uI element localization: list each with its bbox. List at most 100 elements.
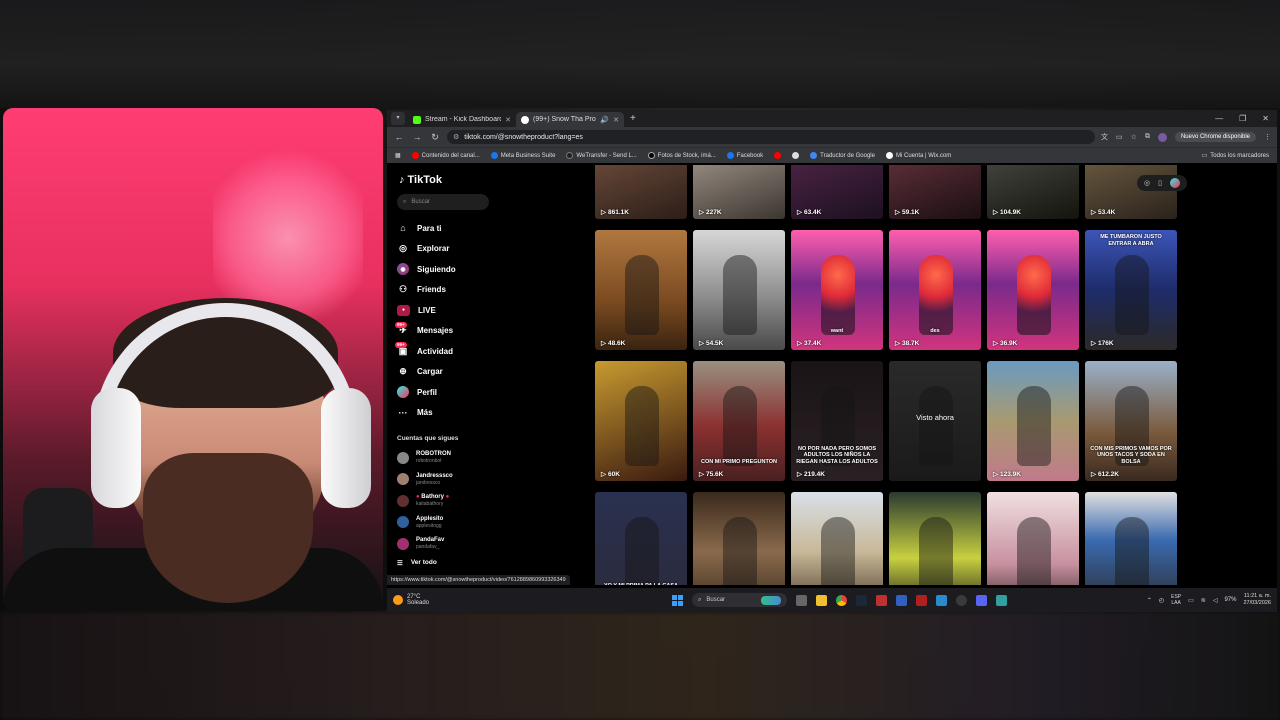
discord-icon[interactable] (976, 594, 987, 606)
video-tile[interactable]: ▷ 123.9K (987, 361, 1079, 481)
video-tile[interactable]: YO Y MI PRIMA PA LA CASA PORQUE ANDAMOS … (595, 492, 687, 585)
close-tab-icon[interactable]: ✕ (505, 116, 511, 124)
clock[interactable]: 11:21 a. m. 27/03/2026 (1243, 593, 1271, 607)
speaker-icon[interactable]: 🔊 (600, 116, 609, 124)
video-tile[interactable]: CON MIS PRIMOS VAMOS POR UNOS TACOS Y SO… (1085, 361, 1177, 481)
video-tile[interactable]: ▷ 63.4K (791, 165, 883, 219)
bookmark-item[interactable]: Traductor de Google (810, 152, 875, 159)
chrome-menu-icon[interactable]: ⋮ (1264, 133, 1271, 141)
chrome-icon[interactable] (836, 594, 847, 606)
following-account[interactable]: Jandresssco jandressco (397, 469, 577, 491)
nav-friends[interactable]: ⚇ Friends (397, 280, 577, 301)
see-all-button[interactable]: ☰ Ver todo (397, 559, 577, 567)
app-icon[interactable] (876, 594, 887, 606)
nav-mensajes[interactable]: ✈ 99+ Mensajes (395, 321, 577, 342)
video-tile[interactable]: want ▷ 37.4K (791, 230, 883, 350)
task-view-icon[interactable] (796, 594, 807, 606)
video-tile[interactable]: CON MI PRIMO PREGUNTON ▷ 75.6K (693, 361, 785, 481)
nav-actividad[interactable]: ▣ 99+ Actividad (395, 341, 577, 362)
nav-perfil[interactable]: Perfil (397, 382, 577, 403)
tiktok-logo[interactable]: ♪ TikTok (399, 174, 577, 186)
new-tab-button[interactable]: + (630, 113, 636, 124)
app-icon[interactable] (996, 594, 1007, 606)
video-tile[interactable]: ▷ 48.6K (595, 230, 687, 350)
bookmark-item[interactable]: Mi Cuenta | Wix.com (885, 152, 951, 159)
all-bookmarks-button[interactable]: ▭ Todos los marcadores (1202, 152, 1269, 160)
app-icon[interactable] (916, 594, 927, 606)
video-tile[interactable]: ▷ 60K (595, 361, 687, 481)
bookmark-item[interactable]: WeTransfer - Send L... (566, 152, 637, 159)
video-tile[interactable]: ▷ 36.9K (987, 230, 1079, 350)
windows-start-icon[interactable] (672, 594, 683, 606)
tab-search-button[interactable]: ▾ (391, 112, 405, 125)
tray-app-icon[interactable]: ◴ (1159, 597, 1164, 604)
nav-mas[interactable]: ··· Más (397, 403, 577, 424)
close-tab-icon[interactable]: ✕ (613, 116, 619, 124)
app-icon[interactable] (936, 594, 947, 606)
app-icon[interactable] (896, 594, 907, 606)
video-tile[interactable] (1085, 492, 1177, 585)
video-tile[interactable]: Visto ahora (889, 361, 981, 481)
video-tile[interactable] (889, 492, 981, 585)
search-input[interactable]: ⌕ Buscar (397, 194, 489, 210)
wifi-icon[interactable]: ≋ (1201, 597, 1206, 604)
translate-icon[interactable]: 文 (1101, 132, 1108, 142)
minimize-icon[interactable]: — (1215, 114, 1223, 123)
language-indicator[interactable]: ESP LAA (1171, 594, 1181, 606)
file-explorer-icon[interactable] (816, 594, 827, 606)
nav-live[interactable]: ● LIVE (397, 300, 577, 321)
video-tile[interactable]: ▷ 104.9K (987, 165, 1079, 219)
bookmark-item[interactable] (792, 152, 800, 159)
video-tile[interactable]: ▷ 59.1K (889, 165, 981, 219)
nav-siguiendo[interactable]: ◉ Siguiendo (397, 259, 577, 280)
video-tile[interactable]: ▷ 861.1K (595, 165, 687, 219)
bookmark-item[interactable]: Contenido del canal... (411, 152, 480, 159)
coins-icon[interactable]: ◎ (1144, 179, 1150, 187)
tab-kick-dashboard[interactable]: Stream - Kick Dashboard ✕ (408, 112, 516, 127)
tab-tiktok-profile[interactable]: (99+) Snow Tha Product (@ 🔊 ✕ (516, 112, 624, 127)
video-tile[interactable]: des ▷ 38.7K (889, 230, 981, 350)
video-tile[interactable] (693, 492, 785, 585)
video-tile[interactable]: ME TUMBARON JUSTO ENTRAR A ABRA ▷ 176K (1085, 230, 1177, 350)
bookmark-item[interactable]: Fotos de Stock, imá... (647, 152, 716, 159)
apps-grid-icon[interactable]: ▦ (395, 152, 401, 159)
chrome-update-button[interactable]: Nuevo Chrome disponible (1174, 132, 1256, 142)
battery-level[interactable]: 97% (1224, 597, 1236, 603)
obs-icon[interactable] (956, 594, 967, 606)
volume-icon[interactable]: ◁ (1213, 597, 1218, 604)
nav-explorar[interactable]: ◎ Explorar (397, 239, 577, 260)
following-account[interactable]: PandaFav pandafav_ (397, 533, 577, 555)
bookmark-item[interactable]: Facebook (726, 152, 763, 159)
address-bar[interactable]: ⚙ tiktok.com/@snowtheproduct?lang=es (447, 130, 1096, 144)
video-tile[interactable] (791, 492, 883, 585)
nav-para-ti[interactable]: ⌂ Para ti (397, 218, 577, 239)
forward-arrow-icon[interactable]: → (411, 132, 423, 142)
video-tile[interactable]: wait ▷53.4K (1085, 165, 1177, 219)
weather-widget[interactable]: 27°C Soleado (393, 594, 429, 607)
user-avatar[interactable] (1170, 178, 1180, 188)
phone-icon[interactable]: ▯ (1158, 179, 1162, 187)
video-tile[interactable] (987, 492, 1079, 585)
display-icon[interactable]: ▭ (1188, 597, 1194, 604)
following-account[interactable]: Applesito applesitogg (397, 512, 577, 534)
following-account[interactable]: ROBOTRON robotronbot (397, 447, 577, 469)
chevron-up-icon[interactable]: ⌃ (1147, 597, 1152, 604)
close-window-icon[interactable]: ✕ (1262, 114, 1269, 123)
steam-icon[interactable] (856, 594, 867, 606)
nav-cargar[interactable]: ⊕ Cargar (397, 362, 577, 383)
profile-avatar-icon[interactable] (1157, 132, 1167, 142)
reload-icon[interactable]: ↻ (429, 132, 441, 143)
extensions-icon[interactable]: ⧉ (1145, 133, 1150, 141)
bookmark-item[interactable]: Meta Business Suite (490, 152, 555, 159)
back-arrow-icon[interactable]: ← (393, 132, 405, 142)
site-info-icon[interactable]: ⚙ (453, 133, 459, 141)
bookmark-item[interactable] (774, 152, 782, 159)
following-account[interactable]: ● Bathory ● kaitabathory (397, 490, 577, 512)
maximize-icon[interactable]: ❐ (1239, 114, 1246, 123)
bookmark-star-icon[interactable]: ☆ (1131, 133, 1137, 141)
video-tile[interactable]: ▷ 54.5K (693, 230, 785, 350)
video-tile[interactable]: you're ▷227K (693, 165, 785, 219)
cast-icon[interactable]: ▭ (1116, 133, 1123, 141)
taskbar-search[interactable]: ⌕ Buscar (692, 593, 787, 607)
video-tile[interactable]: NO POR NADA PERO SOMOS ADULTOS LOS NIÑOS… (791, 361, 883, 481)
